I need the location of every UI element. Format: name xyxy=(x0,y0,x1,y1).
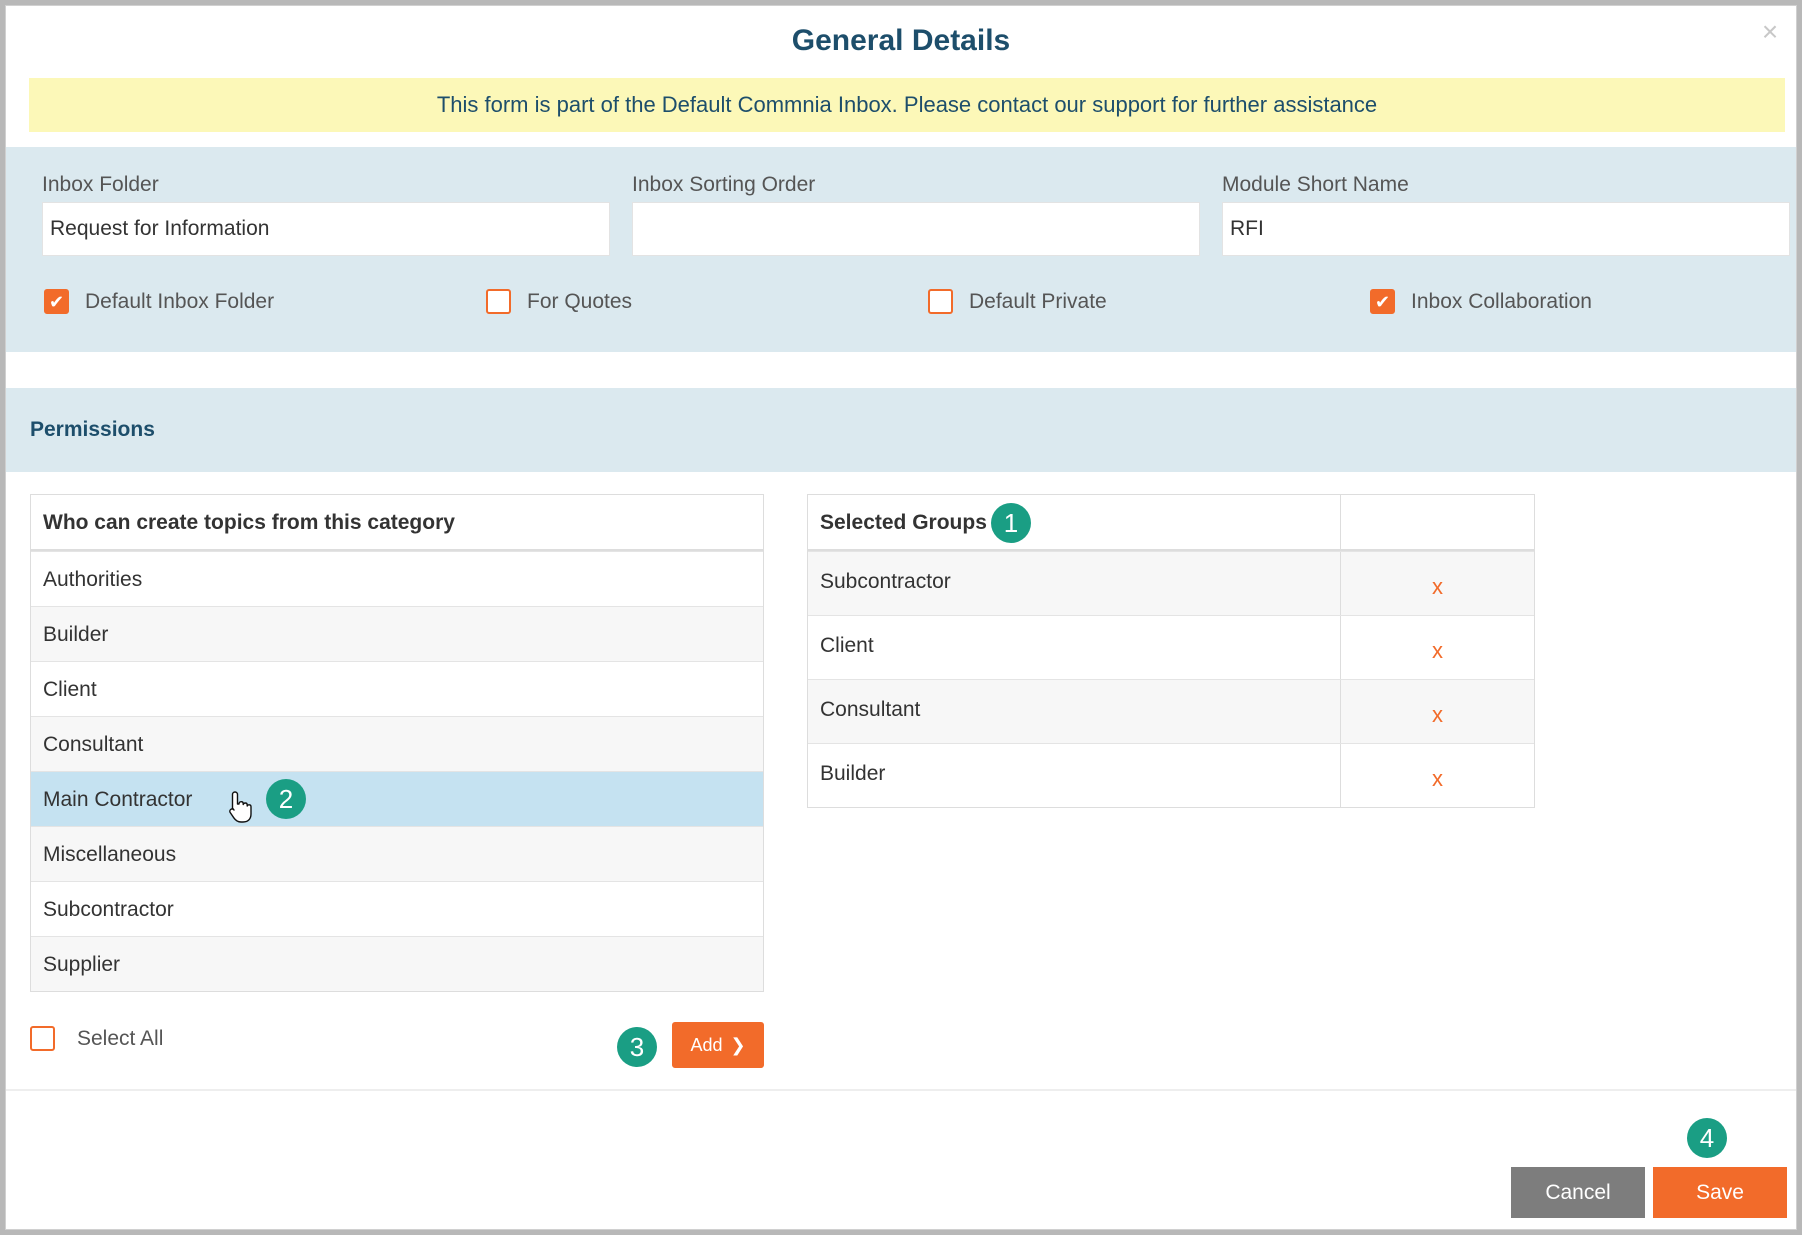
inbox-folder-input[interactable] xyxy=(42,202,610,256)
permissions-header: Permissions xyxy=(6,388,1796,472)
save-button[interactable]: Save xyxy=(1653,1167,1787,1218)
default-inbox-folder-option: ✔ Default Inbox Folder xyxy=(44,289,274,314)
for-quotes-option: For Quotes xyxy=(486,289,632,314)
default-private-checkbox[interactable] xyxy=(928,289,953,314)
inbox-collaboration-option: ✔ Inbox Collaboration xyxy=(1370,289,1592,314)
group-item-subcontractor[interactable]: Subcontractor xyxy=(31,881,763,936)
callout-badge-3: 3 xyxy=(617,1027,657,1067)
available-groups-list: Who can create topics from this category… xyxy=(30,494,764,992)
default-private-option: Default Private xyxy=(928,289,1107,314)
permissions-title: Permissions xyxy=(30,418,155,441)
general-details-modal: General Details × This form is part of t… xyxy=(5,5,1797,1230)
sorting-order-label: Inbox Sorting Order xyxy=(632,173,816,196)
group-item-consultant[interactable]: Consultant xyxy=(31,716,763,771)
module-short-name-label: Module Short Name xyxy=(1222,173,1409,196)
for-quotes-checkbox[interactable] xyxy=(486,289,511,314)
selected-groups-header: Selected Groups xyxy=(808,495,1341,549)
table-row: Builder x xyxy=(808,743,1534,807)
table-row: Client x xyxy=(808,615,1534,679)
select-all-label: Select All xyxy=(77,1026,164,1050)
module-short-name-input[interactable] xyxy=(1222,202,1790,256)
default-inbox-folder-checkbox[interactable]: ✔ xyxy=(44,289,69,314)
table-row: Subcontractor x xyxy=(808,551,1534,615)
remove-group-button[interactable]: x xyxy=(1432,574,1443,599)
inbox-folder-label: Inbox Folder xyxy=(42,173,159,196)
remove-group-button[interactable]: x xyxy=(1432,702,1443,727)
check-icon: ✔ xyxy=(1374,291,1391,312)
select-all-checkbox[interactable] xyxy=(30,1026,55,1051)
add-label: Add xyxy=(690,1034,723,1055)
hand-cursor-icon xyxy=(229,791,252,823)
selected-groups-header-row: Selected Groups xyxy=(808,495,1534,551)
group-item-main-contractor[interactable]: Main Contractor xyxy=(31,771,763,826)
checkbox-label: Inbox Collaboration xyxy=(1411,289,1592,313)
selected-group-name: Consultant xyxy=(808,680,1341,743)
available-groups-header: Who can create topics from this category xyxy=(31,495,763,551)
close-icon[interactable]: × xyxy=(1756,18,1784,46)
details-panel: Inbox Folder Inbox Sorting Order Module … xyxy=(6,147,1796,352)
callout-badge-1: 1 xyxy=(991,503,1031,543)
footer-divider xyxy=(6,1089,1796,1091)
selected-group-name: Client xyxy=(808,616,1341,679)
available-groups-rows: Authorities Builder Client Consultant Ma… xyxy=(31,551,763,991)
info-notice: This form is part of the Default Commnia… xyxy=(29,78,1785,132)
modal-title: General Details xyxy=(791,24,1011,57)
checkbox-label: Default Private xyxy=(969,289,1107,313)
group-item-miscellaneous[interactable]: Miscellaneous xyxy=(31,826,763,881)
selected-group-name: Builder xyxy=(808,744,1341,807)
check-icon: ✔ xyxy=(48,291,65,312)
selected-groups-table: Selected Groups Subcontractor x Client x… xyxy=(807,494,1535,808)
callout-badge-2: 2 xyxy=(266,779,306,819)
sorting-order-input[interactable] xyxy=(632,202,1200,256)
group-item-builder[interactable]: Builder xyxy=(31,606,763,661)
chevron-right-icon: ❯ xyxy=(730,1034,746,1055)
group-item-supplier[interactable]: Supplier xyxy=(31,936,763,991)
group-item-client[interactable]: Client xyxy=(31,661,763,716)
group-item-authorities[interactable]: Authorities xyxy=(31,551,763,606)
checkbox-label: Default Inbox Folder xyxy=(85,289,275,313)
selected-group-name: Subcontractor xyxy=(808,552,1341,615)
add-button[interactable]: Add ❯ xyxy=(672,1022,764,1068)
remove-group-button[interactable]: x xyxy=(1432,638,1443,663)
inbox-collaboration-checkbox[interactable]: ✔ xyxy=(1370,289,1395,314)
select-all-option: Select All xyxy=(30,1026,163,1051)
table-row: Consultant x xyxy=(808,679,1534,743)
cancel-button[interactable]: Cancel xyxy=(1511,1167,1645,1218)
checkbox-label: For Quotes xyxy=(527,289,633,313)
selected-groups-rows: Subcontractor x Client x Consultant x Bu… xyxy=(808,551,1534,807)
remove-group-button[interactable]: x xyxy=(1432,766,1443,791)
callout-badge-4: 4 xyxy=(1687,1118,1727,1158)
